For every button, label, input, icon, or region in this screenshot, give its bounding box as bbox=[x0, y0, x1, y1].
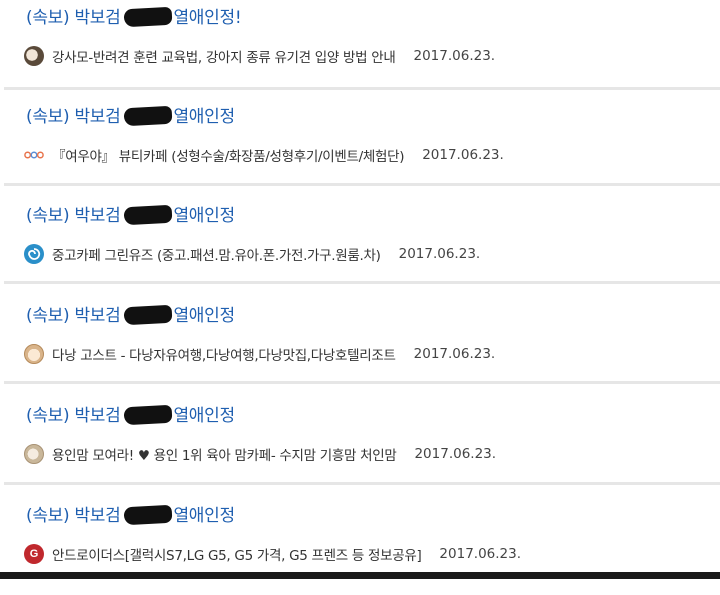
green-use-logo-icon bbox=[24, 244, 44, 264]
cafe-name[interactable]: 강사모-반려견 훈련 교육법, 강아지 종류 유기견 입양 방법 안내 bbox=[52, 46, 396, 66]
post-date: 2017.06.23. bbox=[422, 147, 504, 163]
divider bbox=[4, 183, 720, 186]
mom-avatar-icon bbox=[24, 444, 44, 464]
list-item[interactable]: (속보) 박보검 열애인정! 강사모-반려견 훈련 교육법, 강아지 종류 유기견… bbox=[4, 6, 720, 97]
post-meta: 강사모-반려견 훈련 교육법, 강아지 종류 유기견 입양 방법 안내 2017… bbox=[24, 45, 495, 67]
fox-logo-icon bbox=[24, 145, 44, 165]
redacted-name-mark bbox=[124, 404, 173, 426]
redacted-name-mark bbox=[124, 105, 173, 127]
post-title-prefix[interactable]: (속보) 박보검 bbox=[26, 506, 121, 526]
post-date: 2017.06.23. bbox=[413, 48, 496, 64]
post-title-prefix[interactable]: (속보) 박보검 bbox=[26, 8, 121, 28]
post-meta: 중고카페 그린유즈 (중고.패션.맘.유아.폰.가전.가구.원룸.차) 2017… bbox=[24, 243, 480, 265]
post-title-suffix[interactable]: 열애인정 bbox=[173, 406, 235, 426]
g-logo-icon: G bbox=[24, 544, 44, 564]
post-title-suffix[interactable]: 열애인정 bbox=[173, 506, 235, 526]
post-title[interactable]: (속보) 박보검 열애인정 bbox=[26, 504, 235, 527]
post-title-prefix[interactable]: (속보) 박보검 bbox=[26, 107, 121, 127]
cafe-name[interactable]: 다낭 고스트 - 다낭자유여행,다낭여행,다낭맛집,다낭호텔리조트 bbox=[52, 344, 396, 364]
post-title-suffix[interactable]: 열애인정 bbox=[173, 206, 235, 226]
bottom-edge-bar bbox=[0, 572, 720, 579]
list-item[interactable]: (속보) 박보검 열애인정 G 안드로이더스[갤럭시S7,LG G5, G5 가격… bbox=[4, 504, 720, 595]
divider bbox=[4, 381, 720, 384]
cafe-name[interactable]: 『여우야』 뷰티카페 (성형수술/화장품/성형후기/이벤트/체험단) bbox=[52, 145, 405, 165]
post-meta: 『여우야』 뷰티카페 (성형수술/화장품/성형후기/이벤트/체험단) 2017.… bbox=[24, 144, 504, 166]
cafe-name[interactable]: 안드로이더스[갤럭시S7,LG G5, G5 가격, G5 프렌즈 등 정보공유… bbox=[52, 544, 422, 564]
post-meta: G 안드로이더스[갤럭시S7,LG G5, G5 가격, G5 프렌즈 등 정보… bbox=[24, 543, 521, 565]
post-title[interactable]: (속보) 박보검 열애인정 bbox=[26, 304, 235, 327]
post-title-prefix[interactable]: (속보) 박보검 bbox=[26, 406, 121, 426]
fox-logo-icon bbox=[24, 151, 44, 159]
redacted-name-mark bbox=[124, 6, 173, 28]
post-date: 2017.06.23. bbox=[439, 546, 522, 562]
divider bbox=[4, 281, 720, 284]
post-date: 2017.06.23. bbox=[413, 346, 496, 362]
post-title-suffix[interactable]: 열애인정 bbox=[173, 306, 235, 326]
divider bbox=[4, 482, 720, 485]
post-title-prefix[interactable]: (속보) 박보검 bbox=[26, 306, 121, 326]
post-meta: 다낭 고스트 - 다낭자유여행,다낭여행,다낭맛집,다낭호텔리조트 2017.0… bbox=[24, 343, 495, 365]
post-title-suffix[interactable]: 열애인정 bbox=[173, 107, 235, 127]
ghost-avatar-icon bbox=[24, 344, 44, 364]
cafe-name[interactable]: 용인맘 모여라! ♥ 용인 1위 육아 맘카페- 수지맘 기흥맘 처인맘 bbox=[52, 444, 397, 464]
divider bbox=[4, 87, 720, 90]
redacted-name-mark bbox=[124, 304, 173, 326]
post-title-suffix[interactable]: 열애인정! bbox=[173, 8, 241, 28]
post-title-prefix[interactable]: (속보) 박보검 bbox=[26, 206, 121, 226]
post-title[interactable]: (속보) 박보검 열애인정! bbox=[26, 6, 242, 29]
search-result-feed: (속보) 박보검 열애인정! 강사모-반려견 훈련 교육법, 강아지 종류 유기견… bbox=[0, 0, 720, 579]
dog-avatar-icon bbox=[24, 46, 44, 66]
post-meta: 용인맘 모여라! ♥ 용인 1위 육아 맘카페- 수지맘 기흥맘 처인맘 201… bbox=[24, 443, 496, 465]
post-date: 2017.06.23. bbox=[414, 446, 497, 462]
post-title[interactable]: (속보) 박보검 열애인정 bbox=[26, 204, 235, 227]
swirl-icon bbox=[28, 248, 41, 260]
cafe-name[interactable]: 중고카페 그린유즈 (중고.패션.맘.유아.폰.가전.가구.원룸.차) bbox=[52, 244, 381, 264]
post-date: 2017.06.23. bbox=[398, 246, 481, 262]
redacted-name-mark bbox=[124, 504, 173, 526]
redacted-name-mark bbox=[124, 204, 173, 226]
post-title[interactable]: (속보) 박보검 열애인정 bbox=[26, 105, 235, 128]
post-title[interactable]: (속보) 박보검 열애인정 bbox=[26, 404, 235, 427]
